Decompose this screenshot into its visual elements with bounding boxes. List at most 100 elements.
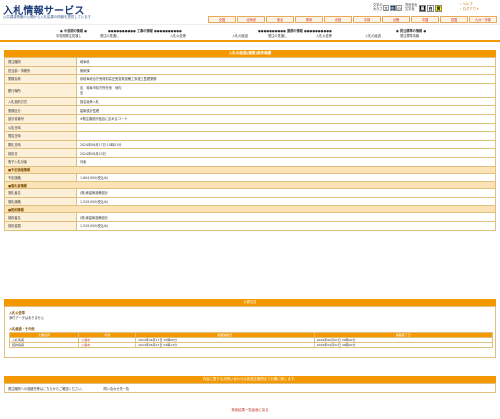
schedule-start: 2024年06月27日 09時13分 [135,342,315,348]
detail-value: 自 岐阜市県庁所在地 地内 至 [76,82,496,98]
table-row: 閲覧日時 [4,131,496,141]
category-link-service-outlook[interactable]: 発注の見通し [268,34,287,38]
table-row: 契約日 2024年06月20日 [4,148,496,158]
logout-link[interactable]: › ログアウト [460,7,479,12]
table-row: 入札契約方式 指名競争入札 [4,96,496,107]
detail-value: (株)東建築設備設計 [76,212,496,222]
table-row: 落札者名 (株)東建築設備設計 [4,188,496,198]
detail-title: 入札の経過(業務)案件概要 [4,50,496,57]
category-service-links-3: 入札の経過 [365,33,381,38]
category-service-links-2: 入札公告等 [316,33,332,38]
back-to-results-link[interactable]: 検索結果一覧画面に戻る [0,407,500,412]
region-tab-all[interactable]: 全国 [208,16,236,23]
region-tab-kyushu[interactable]: 九州・沖縄 [469,16,497,23]
detail-value: 1,529,000(税込み) [76,220,496,231]
detail-label: 公告日時 [4,122,77,133]
notices-panel: 入札公告等 添付データはありません 入札経過・その他 文書名称 状態 掲載開始日… [4,306,496,358]
category-link-midterm-outlook[interactable]: 中長期発注見通し [56,33,82,38]
detail-value: 1,604,900(税込み) [76,172,496,183]
category-divider [0,40,500,42]
detail-label: 予定価格 [4,172,77,183]
detail-section-row: ■落札者情報 [4,181,496,190]
table-row: 履行場所自 岐阜市県庁所在地 地内 至 [4,82,496,98]
detail-label: 電子入札対象 [4,156,77,167]
category-link-service-progress[interactable]: 入札の経過 [365,34,381,38]
detail-label: 閲覧日時 [4,131,77,141]
detail-value [76,131,496,141]
table-row: 業務区分 建築設計監理 [4,105,496,115]
font-size-medium-button[interactable]: 中 [389,5,396,11]
region-tab-tohoku[interactable]: 東北 [266,16,294,23]
contact-panel: 発注機関への連絡先等はこちらからご確認ください。 問い合わせ先一覧 [4,383,496,393]
detail-label: 業務区分 [4,105,77,115]
site-subtitle: 公共調達情報の公開から入札結果の情報を提供しています [3,14,92,19]
schedule-doc-name[interactable]: 契約情報 [8,342,80,348]
region-tab-hokkaido[interactable]: 北海道 [237,16,265,23]
attachment-text: 添付データはありません [9,316,44,320]
category-construction-links: 発注の見通し [100,33,119,38]
detail-value: 対象 [76,156,496,167]
detail-value: 指名競争入札 [76,96,496,107]
color-switcher: 背景色を文字色 黒 白 黄 [405,2,443,17]
table-row: 業務名称 県岐阜総合庁舎特別高圧受変電設備工事施工監理業務 [4,74,496,84]
detail-label: 担当部・事務所 [4,65,77,76]
schedule-heading: 入札経過・その他 [9,327,35,331]
category-link-service-notice[interactable]: 入札公告等 [316,34,332,38]
category-link-construction-outlook[interactable]: 発注の見通し [100,34,119,38]
table-row: 契約者名 (株)東建築設備設計 [4,212,496,222]
contact-list-link[interactable]: 問い合わせ先一覧 [104,387,130,391]
font-size-large-button[interactable]: 大 [383,5,389,11]
schedule-end: 2026年04月01日 00時00分 [313,342,494,348]
detail-label: 契約金額 [4,220,77,231]
detail-table: 発注機関 岐阜県 担当部・事務所 管財課 業務名称 県岐阜総合庁舎特別高圧受変電設備工事施… [4,57,496,231]
detail-label: 発注機関 [4,57,77,67]
notices-title: 公開文書 [4,299,496,306]
detail-value: (株)東建築設備設計 [76,188,496,198]
table-row: 担当部・事務所 管財課 [4,65,496,76]
help-links: › ヘルプ › ログアウト [460,2,479,12]
region-tab-shikoku[interactable]: 四国 [440,16,468,23]
contact-title: 内容に関するお問い合わせは各発注機関までお願い致します。 [4,376,496,383]
detail-value: 岐阜県 [76,57,496,67]
category-service-links: 発注の見通し [268,33,287,38]
region-tab-kinki[interactable]: 近畿 [382,16,410,23]
detail-section-row: ■予定価格情報 [4,165,496,174]
category-link-construction-progress[interactable]: 入札の経過 [232,34,248,38]
region-tab-chubu[interactable]: 中部 [353,16,381,23]
detail-label: 設計書番号 [4,113,77,124]
region-tab-kanto[interactable]: 関東 [295,16,323,23]
table-row: 契約情報 公開中 2024年06月27日 09時13分 2026年04月01日 … [8,342,494,348]
category-standard: ● 発注標準の情報 ● 発注標準情報 [396,29,427,38]
schedule-table: 文書名称 状態 掲載開始日 掲載終了日 入札情報 公開中 2024年06月17日… [8,332,494,348]
color-label: 背景色を文字色 [405,3,418,11]
category-link-construction-notice[interactable]: 入札公告等 [170,34,186,38]
detail-value: 県岐阜総合庁舎特別高圧受変電設備工事施工監理業務 [76,74,496,84]
detail-label: 入札契約方式 [4,96,77,107]
detail-value: ※発注機関が独自に定めるコード [76,113,496,124]
category-midterm: ● 中長期の情報 ● 中長期発注見通し [56,29,87,38]
font-size-small-button[interactable]: 小 [396,5,402,11]
detail-label: 落札価格 [4,196,77,207]
detail-value: 1,529,000(税込み) [76,196,496,207]
font-size-switcher: 文字の大きさ 大 中 小 [373,2,402,17]
category-construction-links-3: 入札の経過 [232,33,248,38]
region-tab-chugoku[interactable]: 中国 [411,16,439,23]
table-row: 開札日時 2024年06月17日 10時01分 [4,139,496,150]
detail-label: ■契約情報 [4,205,496,214]
color-black-button[interactable]: 黒 [419,5,426,12]
color-white-button[interactable]: 白 [427,5,434,12]
detail-value: 管財課 [76,65,496,76]
contact-text: 発注機関への連絡先等はこちらからご確認ください。 [8,387,85,391]
schedule-status: 公開中 [78,342,137,348]
color-yellow-button[interactable]: 黄 [435,5,442,12]
detail-value: 建築設計監理 [76,105,496,115]
detail-label: ■落札者情報 [4,181,496,190]
category-link-standard[interactable]: 発注標準情報 [400,33,419,38]
region-tab-hokuriku[interactable]: 北陸 [324,16,352,23]
font-size-label: 文字の大きさ [373,3,383,11]
table-row: 予定価格 1,604,900(税込み) [4,172,496,183]
detail-label: 履行場所 [4,82,77,98]
table-row: 契約金額 1,529,000(税込み) [4,220,496,231]
category-construction-links-2: 入札公告等 [170,33,186,38]
detail-value: 2024年06月17日 10時01分 [76,139,496,150]
